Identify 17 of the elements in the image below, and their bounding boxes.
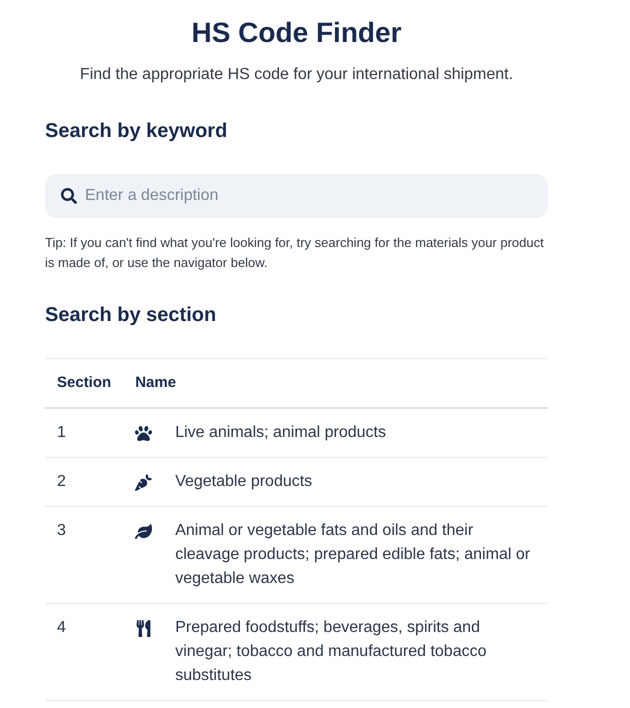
- page-title: HS Code Finder: [191, 16, 402, 50]
- section-name[interactable]: Live animals; animal products: [175, 421, 386, 445]
- tip-text: Tip: If you can't find what you're looking for, try searching for the materials your product is made of, or use the navigator below.: [45, 234, 545, 272]
- section-name[interactable]: Animal or vegetable fats and oils and their cleavage products; prepared edible fats; animal or vegetable waxes: [175, 519, 536, 591]
- section-number: 1: [45, 408, 124, 458]
- section-heading: Search by keyword: [45, 119, 228, 144]
- section-name[interactable]: Vegetable products: [175, 470, 312, 494]
- section-number: 2: [45, 458, 124, 506]
- section-name[interactable]: Prepared foodstuffs; beverages, spirits and vinegar; tobacco and manufactured tobacco substitutes: [175, 616, 536, 688]
- column-header: Section: [45, 358, 124, 408]
- section-heading: Search by section: [45, 303, 216, 328]
- column-header: Name: [123, 358, 548, 408]
- page-subtitle: Find the appropriate HS code for your international shipment.: [80, 65, 514, 85]
- search-field[interactable]: Enter a description: [45, 174, 548, 218]
- section-number: 4: [45, 604, 124, 700]
- search-icon: [61, 188, 77, 204]
- section-number: 3: [45, 506, 124, 604]
